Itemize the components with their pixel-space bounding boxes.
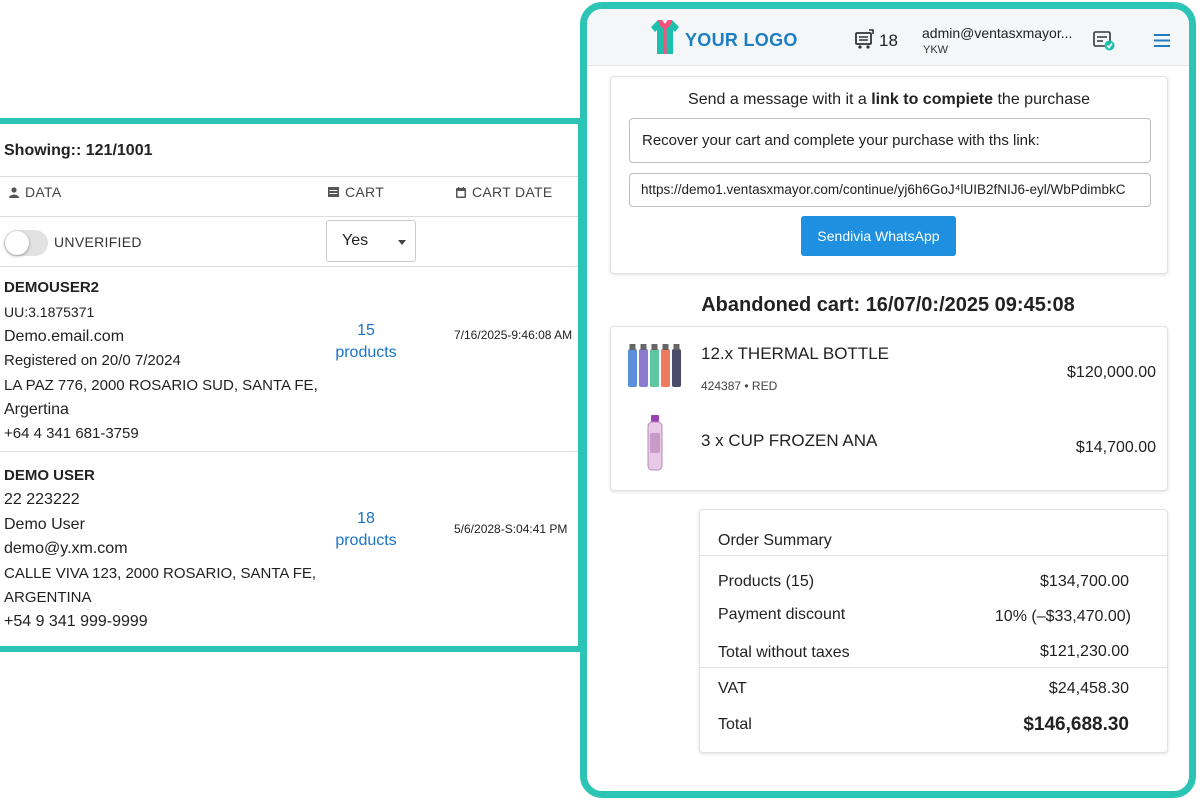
customer-row: DEMO USER 22 223222 Demo User demo@y.xm.… bbox=[4, 464, 316, 635]
divider bbox=[0, 266, 578, 267]
showing-count: Showing:: 121/1001 bbox=[4, 142, 153, 159]
products-label: products bbox=[335, 532, 397, 549]
frozen-cup-image bbox=[647, 415, 663, 471]
divider bbox=[0, 216, 578, 217]
cart-products-link[interactable]: 15 products bbox=[311, 320, 421, 364]
customer-registered: Registered on 20/0 7/2024 bbox=[4, 352, 181, 370]
shirt-logo-icon[interactable] bbox=[651, 18, 679, 54]
cart-icon[interactable] bbox=[855, 29, 875, 49]
products-count: 15 bbox=[357, 322, 375, 339]
products-subtotal-value: $134,700.00 bbox=[1040, 573, 1129, 590]
cart-products-link[interactable]: 18 products bbox=[311, 508, 421, 552]
cart-date: 7/16/2025-9:46:08 AM bbox=[454, 328, 573, 342]
customer-id: UU:3.1875371 bbox=[4, 304, 95, 321]
total-value: $146,688.30 bbox=[1023, 714, 1129, 735]
customer-row: DEMOUSER2 UU:3.1875371 Demo.email.com Re… bbox=[4, 276, 318, 447]
cart-count: 18 bbox=[879, 31, 898, 50]
calendar-icon bbox=[456, 186, 466, 198]
item-price: $120,000.00 bbox=[1067, 364, 1156, 381]
item-name: 12.x THERMAL BOTTLE bbox=[701, 344, 889, 363]
message-text-field[interactable]: Recover your cart and complete your purc… bbox=[629, 118, 1151, 163]
customer-id: 22 223222 bbox=[4, 491, 80, 509]
item-name: 3 x CUP FROZEN ANA bbox=[701, 431, 878, 450]
cart-link-field[interactable]: https://demo1.ventasxmayor.com/continue/… bbox=[629, 173, 1151, 207]
cart-list-icon bbox=[328, 187, 339, 197]
unverified-toggle[interactable] bbox=[4, 230, 48, 256]
products-count: 18 bbox=[357, 510, 375, 527]
chevron-down-icon bbox=[398, 240, 406, 245]
item-sku: 424387 • RED bbox=[701, 379, 778, 393]
column-header-data[interactable]: DATA bbox=[9, 184, 61, 200]
item-price: $14,700.00 bbox=[1075, 439, 1156, 456]
customer-email: demo@y.xm.com bbox=[4, 540, 128, 558]
total-without-taxes-label: Total without taxes bbox=[718, 644, 850, 661]
send-whatsapp-button[interactable]: Sendivia WhatsApp bbox=[801, 216, 956, 256]
cart-filter-value: Yes bbox=[342, 232, 369, 249]
customer-address: CALLE VIVA 123, 2000 ROSARIO, SANTA FE, bbox=[4, 564, 317, 582]
abandoned-cart-title: Abandoned cart: 16/07/0:/2025 09:45:08 bbox=[701, 294, 1075, 316]
user-icon bbox=[9, 186, 19, 198]
order-summary-title: Order Summary bbox=[718, 532, 832, 549]
cart-items-card: 12.x THERMAL BOTTLE 424387 • RED $120,00… bbox=[610, 326, 1168, 491]
customer-email: Demo.email.com bbox=[4, 327, 125, 345]
customer-list-panel: Showing:: 121/1001 DATA CART CART DATE U… bbox=[0, 118, 584, 652]
customer-phone: +64 4 341 681-3759 bbox=[4, 425, 139, 443]
total-without-taxes-value: $121,230.00 bbox=[1040, 643, 1129, 660]
toggle-knob bbox=[5, 231, 29, 255]
customer-display-name: Demo User bbox=[4, 515, 85, 533]
logo-text: YOUR LOGO bbox=[685, 30, 798, 50]
products-subtotal-label: Products (15) bbox=[718, 573, 815, 590]
customer-country: Argertina bbox=[4, 401, 69, 419]
hamburger-menu-icon[interactable] bbox=[1154, 34, 1170, 47]
column-header-cart-label: CART bbox=[345, 184, 385, 200]
top-bar: YOUR LOGO 18 admin@ventasxmayor... YKW bbox=[587, 9, 1189, 66]
total-label: Total bbox=[718, 716, 752, 733]
order-summary-card: Order Summary Products (15) $134,700.00 … bbox=[699, 509, 1168, 753]
payment-discount-label: Payment discount bbox=[718, 606, 846, 623]
vat-value: $24,458.30 bbox=[1048, 680, 1129, 697]
column-header-data-label: DATA bbox=[25, 184, 62, 200]
divider bbox=[700, 555, 1167, 556]
customer-phone: +54 9 341 999-9999 bbox=[4, 613, 148, 631]
admin-email[interactable]: admin@ventasxmayor... bbox=[922, 25, 1072, 41]
message-check-icon[interactable] bbox=[1093, 31, 1115, 51]
cart-filter-select[interactable]: Yes bbox=[326, 220, 416, 262]
divider bbox=[700, 667, 1167, 668]
message-title: Send a message with it a link to compiet… bbox=[688, 91, 1090, 108]
divider bbox=[0, 451, 578, 452]
divider bbox=[0, 176, 578, 177]
customer-name: DEMOUSER2 bbox=[4, 279, 100, 296]
whatsapp-message-card: Send a message with it a link to compiet… bbox=[610, 76, 1168, 274]
customer-name: DEMO USER bbox=[4, 467, 95, 484]
payment-discount-value: 10% (–$33,470.00) bbox=[994, 608, 1131, 625]
vat-label: VAT bbox=[718, 680, 747, 697]
cart-detail-panel: YOUR LOGO 18 admin@ventasxmayor... YKW S… bbox=[580, 2, 1196, 798]
thermal-bottle-image bbox=[628, 344, 681, 387]
column-header-cart[interactable]: CART bbox=[328, 184, 384, 200]
unverified-label: UNVERIFIED bbox=[54, 234, 142, 250]
admin-sub: YKW bbox=[923, 44, 949, 56]
cart-date: 5/6/2028-S:04:41 PM bbox=[454, 522, 568, 536]
products-label: products bbox=[335, 344, 397, 361]
customer-country: ARGENTINA bbox=[4, 589, 92, 607]
column-header-cart-date[interactable]: CART DATE bbox=[456, 184, 553, 200]
column-header-cart-date-label: CART DATE bbox=[472, 184, 553, 200]
customer-address: LA PAZ 776, 2000 ROSARIO SUD, SANTA FE, bbox=[4, 376, 318, 394]
